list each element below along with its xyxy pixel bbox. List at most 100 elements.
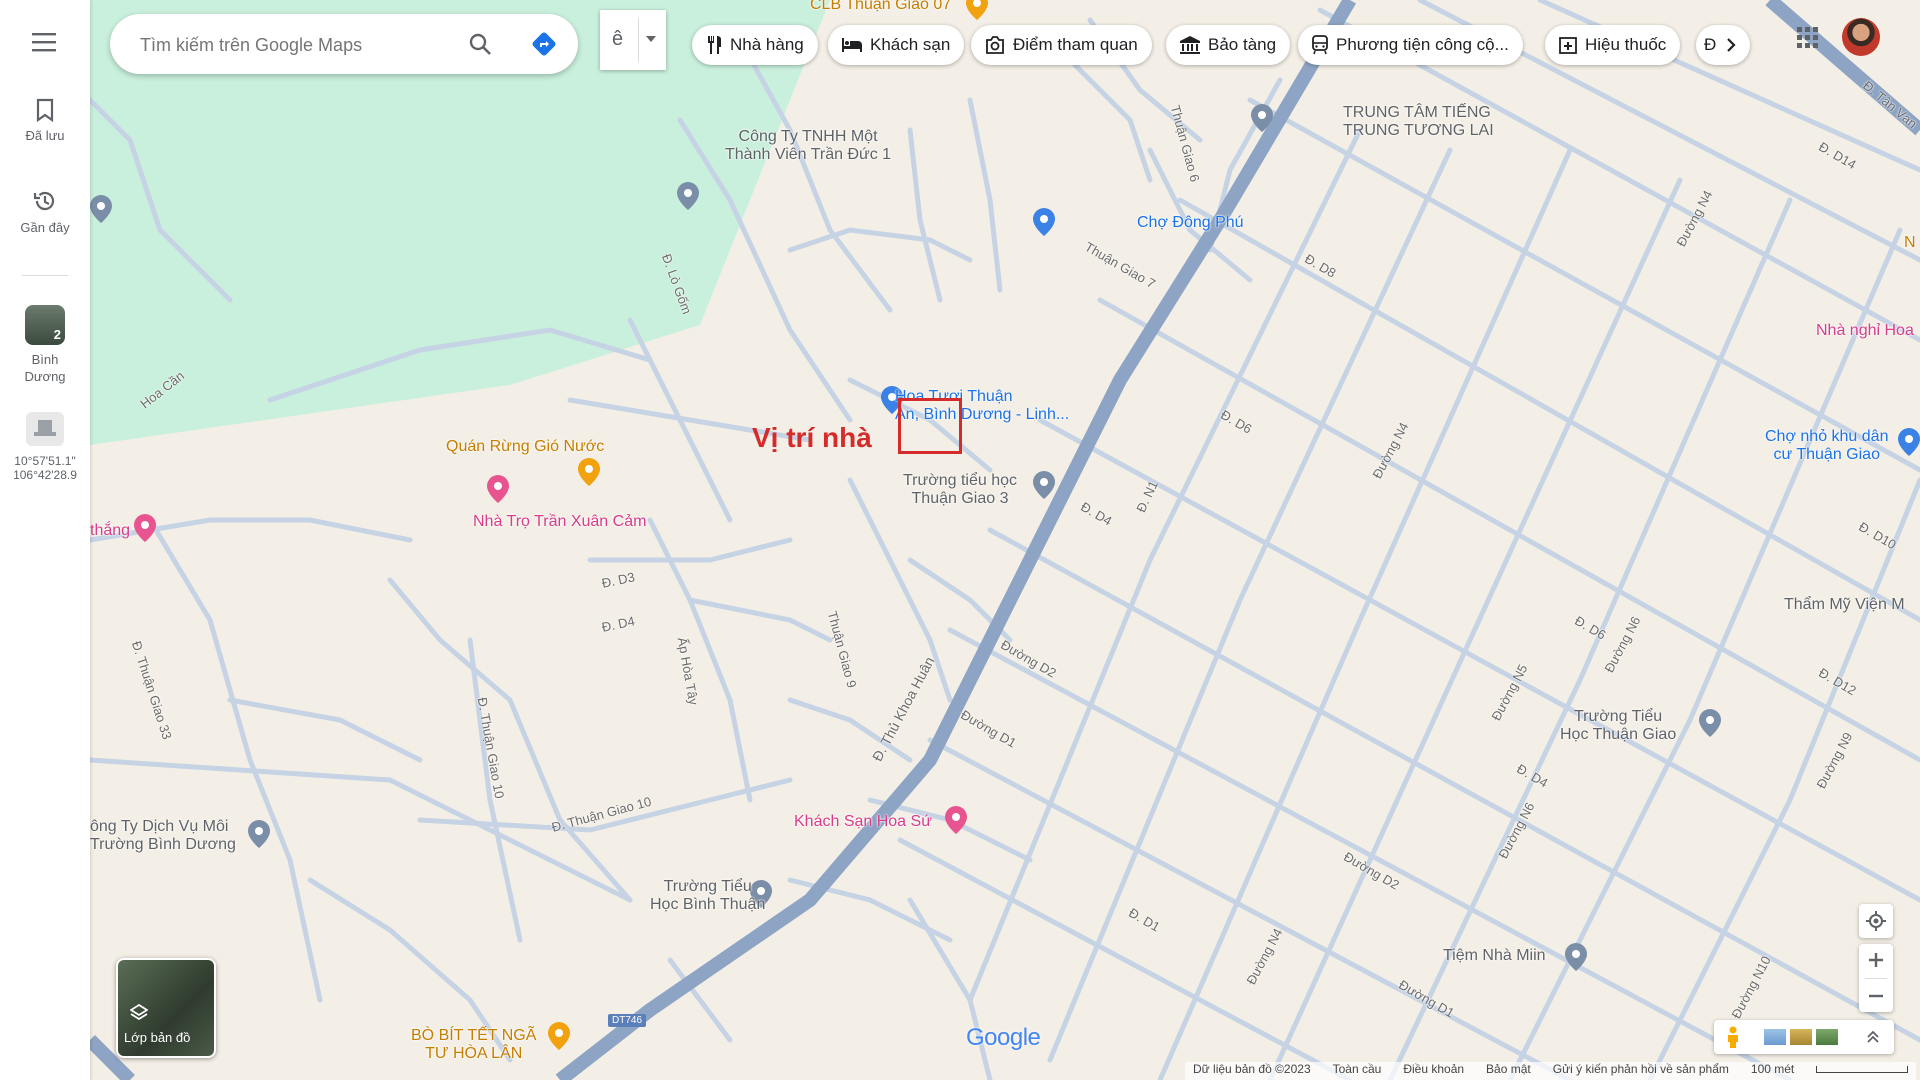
school-pin-icon[interactable] xyxy=(1699,709,1721,737)
chip-transit[interactable]: Phương tiện công cộ... xyxy=(1298,25,1523,65)
input-method-label: ê xyxy=(612,28,624,50)
feedback-link[interactable]: Gửi ý kiến phản hồi về sản phẩm xyxy=(1553,1062,1729,1080)
chip-pharmacy[interactable]: Hiệu thuốc xyxy=(1545,25,1681,65)
search-icon[interactable] xyxy=(468,32,492,56)
scale-label[interactable]: 100 mét xyxy=(1751,1062,1794,1080)
sidebar-divider xyxy=(22,275,68,276)
layers-button[interactable]: Lớp bản đồ xyxy=(116,958,216,1058)
market-pin-icon[interactable] xyxy=(1033,208,1055,236)
recent-label: Gần đây xyxy=(20,220,70,235)
my-location-button[interactable] xyxy=(1859,904,1893,938)
place-label[interactable]: ông Ty Dịch Vụ Môi Trường Bình Dương xyxy=(90,818,236,854)
chip-label: Khách sạn xyxy=(870,35,951,54)
place-label[interactable]: Trường tiểu học Thuận Giao 3 xyxy=(903,472,1017,508)
divider xyxy=(638,18,639,62)
place-pin-icon[interactable] xyxy=(677,182,699,210)
place-label[interactable]: Trường Tiểu Học Bình Thuận xyxy=(650,878,765,914)
user-avatar[interactable] xyxy=(1842,18,1880,56)
privacy-link[interactable]: Bảo mật xyxy=(1486,1062,1531,1080)
zoom-out-icon[interactable] xyxy=(1868,988,1884,1004)
divider xyxy=(1865,978,1887,979)
directions-icon[interactable] xyxy=(530,30,558,58)
coords-line1: 10°57'51.1" xyxy=(14,454,76,468)
search-box xyxy=(110,14,578,74)
pegman-icon[interactable] xyxy=(1726,1026,1740,1048)
food-pin-icon[interactable] xyxy=(548,1022,570,1050)
left-sidebar: Đã lưu Gần đây 2 Bình Dương 10°57'51.1" … xyxy=(0,0,90,1080)
hotel-pin-icon[interactable] xyxy=(487,475,509,503)
place-label[interactable]: Chợ nhỏ khu dân cư Thuận Giao xyxy=(1765,428,1888,464)
recent-place-binh-duong[interactable]: 2 Bình Dương xyxy=(0,305,90,385)
imagery-thumbnail[interactable] xyxy=(1816,1029,1838,1045)
place-label[interactable]: thắng xyxy=(90,522,130,540)
pharmacy-icon xyxy=(1559,37,1577,54)
chip-label: Hiệu thuốc xyxy=(1585,35,1667,54)
museum-icon xyxy=(1180,36,1200,54)
map-canvas[interactable]: CLB Thuận Giao 07 Công Ty TNHH Một Thành … xyxy=(90,0,1920,1080)
terms-link[interactable]: Điều khoản xyxy=(1403,1062,1464,1080)
hotel-pin-icon[interactable] xyxy=(134,514,156,542)
scale-bar xyxy=(1816,1066,1909,1073)
place-badge: 2 xyxy=(53,327,61,342)
place-pin-icon[interactable] xyxy=(90,195,112,223)
place-label[interactable]: TRUNG TÂM TIẾNG TRUNG TƯƠNG LAI xyxy=(1343,104,1494,140)
map-footer: Dữ liệu bản đồ ©2023 Toàn cầu Điều khoản… xyxy=(1185,1062,1917,1080)
market-pin-icon[interactable] xyxy=(1898,428,1920,456)
recent-place-label: Bình Dương xyxy=(24,352,66,384)
place-label[interactable]: BÒ BÍT TẾT NGÃ TƯ HÒA LÂN xyxy=(411,1027,536,1063)
recent-coords-item[interactable]: 10°57'51.1" 106°42'28.9 xyxy=(0,412,90,482)
street-view-bar xyxy=(1714,1020,1894,1054)
map-data-credit: Dữ liệu bản đồ ©2023 xyxy=(1193,1062,1311,1076)
place-label[interactable]: Tiệm Nhà Miin xyxy=(1443,947,1546,965)
food-pin-icon[interactable] xyxy=(966,0,988,20)
history-icon xyxy=(33,191,55,211)
chip-hotels[interactable]: Khách sạn xyxy=(828,25,965,65)
place-label[interactable]: Trường Tiểu Học Thuận Giao xyxy=(1560,708,1676,744)
camera-icon xyxy=(986,36,1004,54)
search-input[interactable] xyxy=(138,30,442,60)
chip-restaurants[interactable]: Nhà hàng xyxy=(692,25,818,65)
chip-label: Bảo tàng xyxy=(1208,35,1277,54)
imagery-thumbnail[interactable] xyxy=(1764,1029,1786,1045)
global-link[interactable]: Toàn cầu xyxy=(1333,1062,1382,1080)
expand-up-icon[interactable] xyxy=(1866,1030,1880,1044)
place-label[interactable]: Khách Sạn Hoa Sứ xyxy=(794,813,932,831)
recent-button[interactable]: Gần đây xyxy=(0,188,90,235)
place-pin-icon[interactable] xyxy=(248,820,270,848)
place-pin-icon[interactable] xyxy=(1565,943,1587,971)
google-logo: Google xyxy=(966,1024,1041,1051)
chip-label: Đ xyxy=(1704,35,1717,54)
chip-label: Phương tiện công cộ... xyxy=(1336,35,1509,54)
menu-button[interactable] xyxy=(0,32,90,58)
place-label[interactable]: Thẩm Mỹ Viện M xyxy=(1784,596,1905,614)
chevron-right-icon xyxy=(1727,38,1736,52)
chip-more[interactable]: Đ xyxy=(1696,25,1750,65)
saved-button[interactable]: Đã lưu xyxy=(0,98,90,143)
apps-grid-icon[interactable] xyxy=(1797,27,1819,49)
zoom-in-icon[interactable] xyxy=(1868,952,1884,968)
place-thumbnail: 2 xyxy=(25,305,65,345)
place-label[interactable]: Quán Rừng Gió Nước xyxy=(446,438,604,456)
place-label[interactable]: Chợ Đông Phú xyxy=(1137,214,1244,232)
place-label[interactable]: N xyxy=(1904,234,1916,252)
house-location-marker xyxy=(898,398,962,454)
food-pin-icon[interactable] xyxy=(578,458,600,486)
chip-attractions[interactable]: Điểm tham quan xyxy=(971,25,1152,65)
dropdown-arrow-icon xyxy=(646,36,656,42)
school-pin-icon[interactable] xyxy=(1251,104,1273,132)
chip-label: Nhà hàng xyxy=(730,35,804,54)
school-pin-icon[interactable] xyxy=(1033,471,1055,499)
map-thumbnail-icon xyxy=(26,412,64,446)
hotel-pin-icon[interactable] xyxy=(945,806,967,834)
place-label[interactable]: Công Ty TNHH Một Thành Viên Trần Đức 1 xyxy=(725,128,891,164)
highway-shield: DT746 xyxy=(608,1014,647,1027)
input-method-selector[interactable]: ê xyxy=(600,10,666,70)
place-label[interactable]: Nhà Trọ Trần Xuân Cảm xyxy=(473,513,646,531)
imagery-thumbnail[interactable] xyxy=(1790,1029,1812,1045)
layers-icon xyxy=(130,1004,148,1021)
transit-icon xyxy=(1312,35,1328,55)
bookmark-icon xyxy=(36,98,54,122)
chip-museums[interactable]: Bảo tàng xyxy=(1166,25,1291,65)
place-label[interactable]: Nhà nghỉ Hoa xyxy=(1816,322,1914,340)
place-label[interactable]: CLB Thuận Giao 07 xyxy=(810,0,951,14)
